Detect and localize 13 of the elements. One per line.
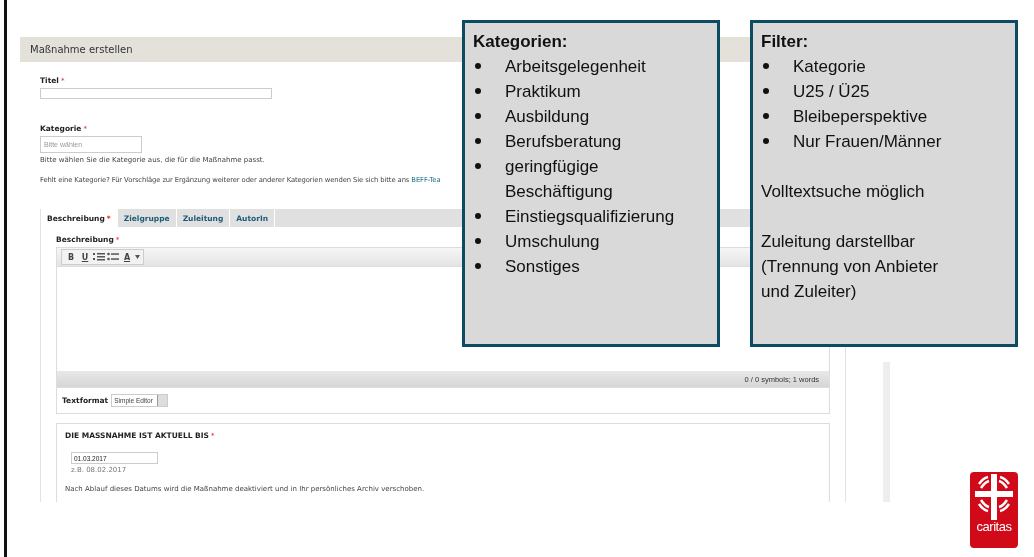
list-item: Berufsberatung <box>505 131 622 153</box>
callout-note: Volltextsuche möglich <box>761 181 926 203</box>
list-item: geringfügige Beschäftigung <box>505 156 614 203</box>
list-item: Nur Frauen/Männer <box>793 131 942 153</box>
callout-note: Zuleitung darstellbar (Trennung von Anbieter und Zuleiter) <box>761 231 940 303</box>
list-item: Praktikum <box>505 81 581 103</box>
list-item: Bleibeperspektive <box>793 106 928 128</box>
list-item: Einstiegsqualifizierung <box>505 206 675 228</box>
list-item: Ausbildung <box>505 106 590 128</box>
list-item: Umschulung <box>505 231 600 253</box>
logo-text: caritas <box>976 519 1012 534</box>
list-item: Sonstiges <box>505 256 580 278</box>
list-item: U25 / Ü25 <box>793 81 870 103</box>
